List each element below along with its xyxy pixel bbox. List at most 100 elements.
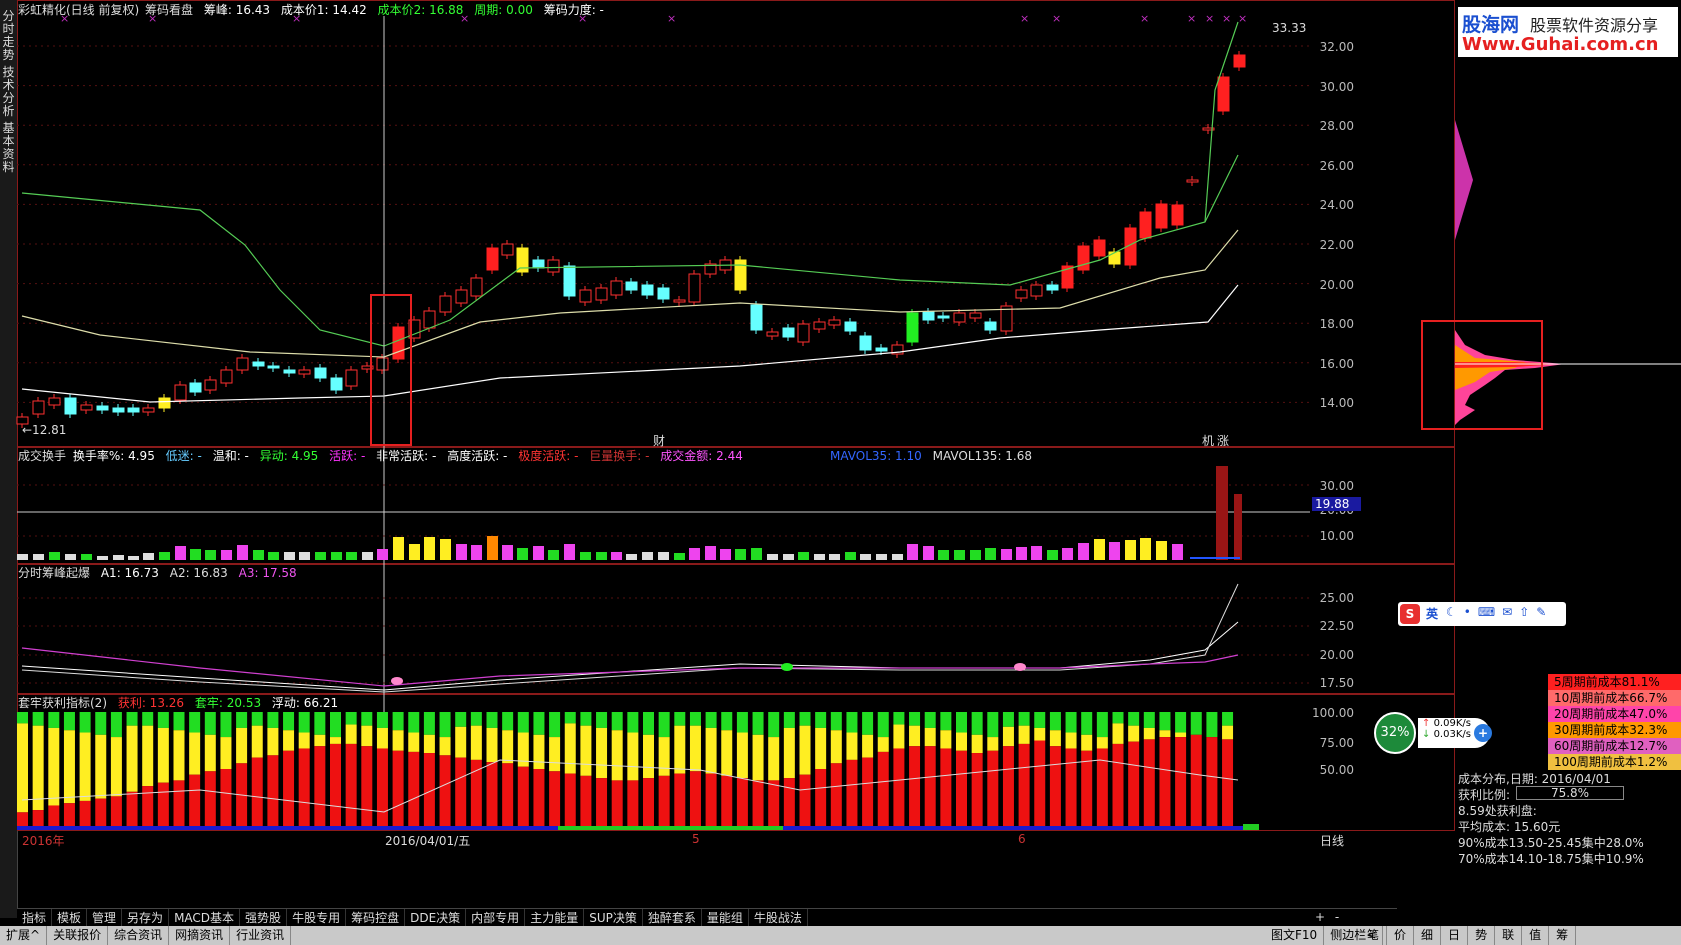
trap-bar-trapped	[674, 712, 686, 726]
volume-bar	[113, 555, 124, 560]
status-right-button[interactable]: 笔	[1360, 926, 1388, 945]
candlestick	[127, 407, 140, 413]
cost1-value: 成本价1: 14.42	[280, 3, 367, 17]
volume-bar	[221, 550, 232, 560]
trap-bar-trapped	[439, 712, 451, 738]
ime-toolbar[interactable]: S 英 ☾•⌨✉⇧✎	[1398, 602, 1566, 626]
indicator-button[interactable]: 内部专用	[466, 909, 526, 927]
candlestick	[953, 312, 966, 323]
volume-bar	[548, 550, 559, 560]
indicator-button[interactable]: 指标	[17, 909, 53, 927]
indicator-button[interactable]: 强势股	[240, 909, 288, 927]
status-right-button[interactable]: 值	[1522, 926, 1550, 945]
trap-bar-trapped	[1159, 712, 1171, 731]
trap-bar-trapped	[1081, 712, 1093, 735]
signal-mark: ×	[1020, 12, 1029, 25]
cost-legend-row: 30周期前成本32.3%	[1548, 722, 1681, 738]
ime-tools-icon[interactable]: ☾•⌨✉⇧✎	[1446, 605, 1553, 619]
zoom-in-button[interactable]: +	[1312, 910, 1328, 924]
indicator-button[interactable]: 牛股专用	[287, 909, 347, 927]
status-right-button[interactable]: 联	[1495, 926, 1523, 945]
indicator-button[interactable]: 量能组	[702, 909, 749, 927]
trap-bar-float	[846, 732, 858, 760]
indicator-button[interactable]: 主力能量	[525, 909, 585, 927]
volume-bar	[892, 554, 903, 560]
indicator-button[interactable]: MACD基本	[169, 909, 241, 927]
indicator-button[interactable]: 牛股战法	[749, 909, 808, 927]
trap-tick: 100.00	[1312, 706, 1354, 720]
vol-very-active: 非常活跃: -	[376, 449, 437, 463]
status-tab[interactable]: 关联报价	[47, 926, 109, 945]
status-right-button[interactable]: 势	[1468, 926, 1496, 945]
zoom-out-button[interactable]: -	[1332, 910, 1342, 924]
trap-bar-profit	[298, 748, 310, 826]
volume-bar	[533, 546, 544, 560]
volume-bar	[767, 554, 778, 560]
trap-bar-profit	[1190, 734, 1202, 826]
volume-bar	[985, 548, 996, 560]
trap-bar-trapped	[1018, 712, 1030, 726]
price-tick: 22.00	[1319, 238, 1354, 252]
trap-bar-profit	[549, 771, 561, 826]
volume-bar	[1062, 548, 1073, 560]
status-right-button[interactable]: 筹	[1549, 926, 1577, 945]
trap-bar-float	[564, 723, 576, 774]
trap-bar-trapped	[611, 712, 623, 731]
indicator-button[interactable]: DDE决策	[405, 909, 467, 927]
indicator-name: 筹码看盘	[145, 3, 194, 17]
trap-bar-profit	[752, 780, 764, 826]
trap-bar-profit	[157, 782, 169, 826]
status-tab[interactable]: 综合资讯	[108, 926, 170, 945]
price-tick: 32.00	[1319, 40, 1354, 54]
candlestick	[189, 382, 202, 393]
indicator-button[interactable]: 另存为	[122, 909, 170, 927]
trap-bar-profit	[611, 780, 623, 826]
trap-bar-trapped	[502, 712, 514, 731]
status-mid-button[interactable]: 图文F10	[1265, 926, 1325, 945]
indicator-button[interactable]: 独醉套系	[643, 909, 702, 927]
trap-bar-profit	[204, 771, 216, 826]
indicator-button[interactable]: 模板	[52, 909, 88, 927]
trap-bar-trapped	[1190, 712, 1202, 735]
ime-lang[interactable]: 英	[1426, 605, 1438, 622]
indicator-button[interactable]: 管理	[87, 909, 123, 927]
candlestick	[204, 379, 217, 391]
profit-ratio-label: 获利比例:	[1458, 788, 1511, 802]
candlestick	[470, 277, 483, 297]
network-widget[interactable]: 32% ↑ 0.09K/s ↓ 0.03K/s +	[1374, 712, 1494, 754]
peak-name: 分时筹峰起爆	[18, 566, 91, 580]
trap-bar-float	[1112, 723, 1124, 744]
volume-bar	[143, 553, 154, 560]
candlestick	[330, 377, 343, 391]
plus-icon[interactable]: +	[1474, 724, 1492, 742]
status-tab[interactable]: 网摘资讯	[169, 926, 231, 945]
trap-bar-profit	[987, 750, 999, 826]
volume-bar	[159, 552, 170, 560]
period-label[interactable]: 日线	[1320, 832, 1344, 849]
volume-bar	[876, 554, 887, 560]
volume-bar	[190, 549, 201, 560]
peak-line-a1	[21, 621, 1239, 691]
status-tab[interactable]: 行业资讯	[230, 926, 292, 945]
trap-bar-float	[815, 727, 827, 769]
volume-bar	[268, 552, 279, 560]
trap-bar-float	[1002, 726, 1014, 747]
price-tick: 26.00	[1319, 158, 1354, 173]
indicator-button[interactable]: 筹码控盘	[346, 909, 406, 927]
status-right-button[interactable]: 日	[1441, 926, 1469, 945]
trap-trapped: 套牢: 20.53	[194, 696, 262, 710]
indicator-button[interactable]: SUP决策	[584, 909, 643, 927]
trap-bar-profit	[736, 778, 748, 826]
volume-bar	[49, 552, 60, 560]
marker-zhang: 涨	[1217, 434, 1230, 448]
trap-bar-float	[486, 727, 498, 763]
candlestick	[1171, 204, 1184, 226]
vol-rate: 换手率%: 4.95	[72, 449, 155, 463]
status-right-button[interactable]: 细	[1414, 926, 1442, 945]
candlestick	[579, 289, 592, 303]
status-right-button[interactable]: 价	[1387, 926, 1415, 945]
volume-bar	[845, 552, 856, 560]
peak-tick: 25.00	[1319, 591, 1354, 605]
status-tab[interactable]: 扩展^	[0, 926, 48, 945]
trap-bar-float	[909, 725, 921, 747]
